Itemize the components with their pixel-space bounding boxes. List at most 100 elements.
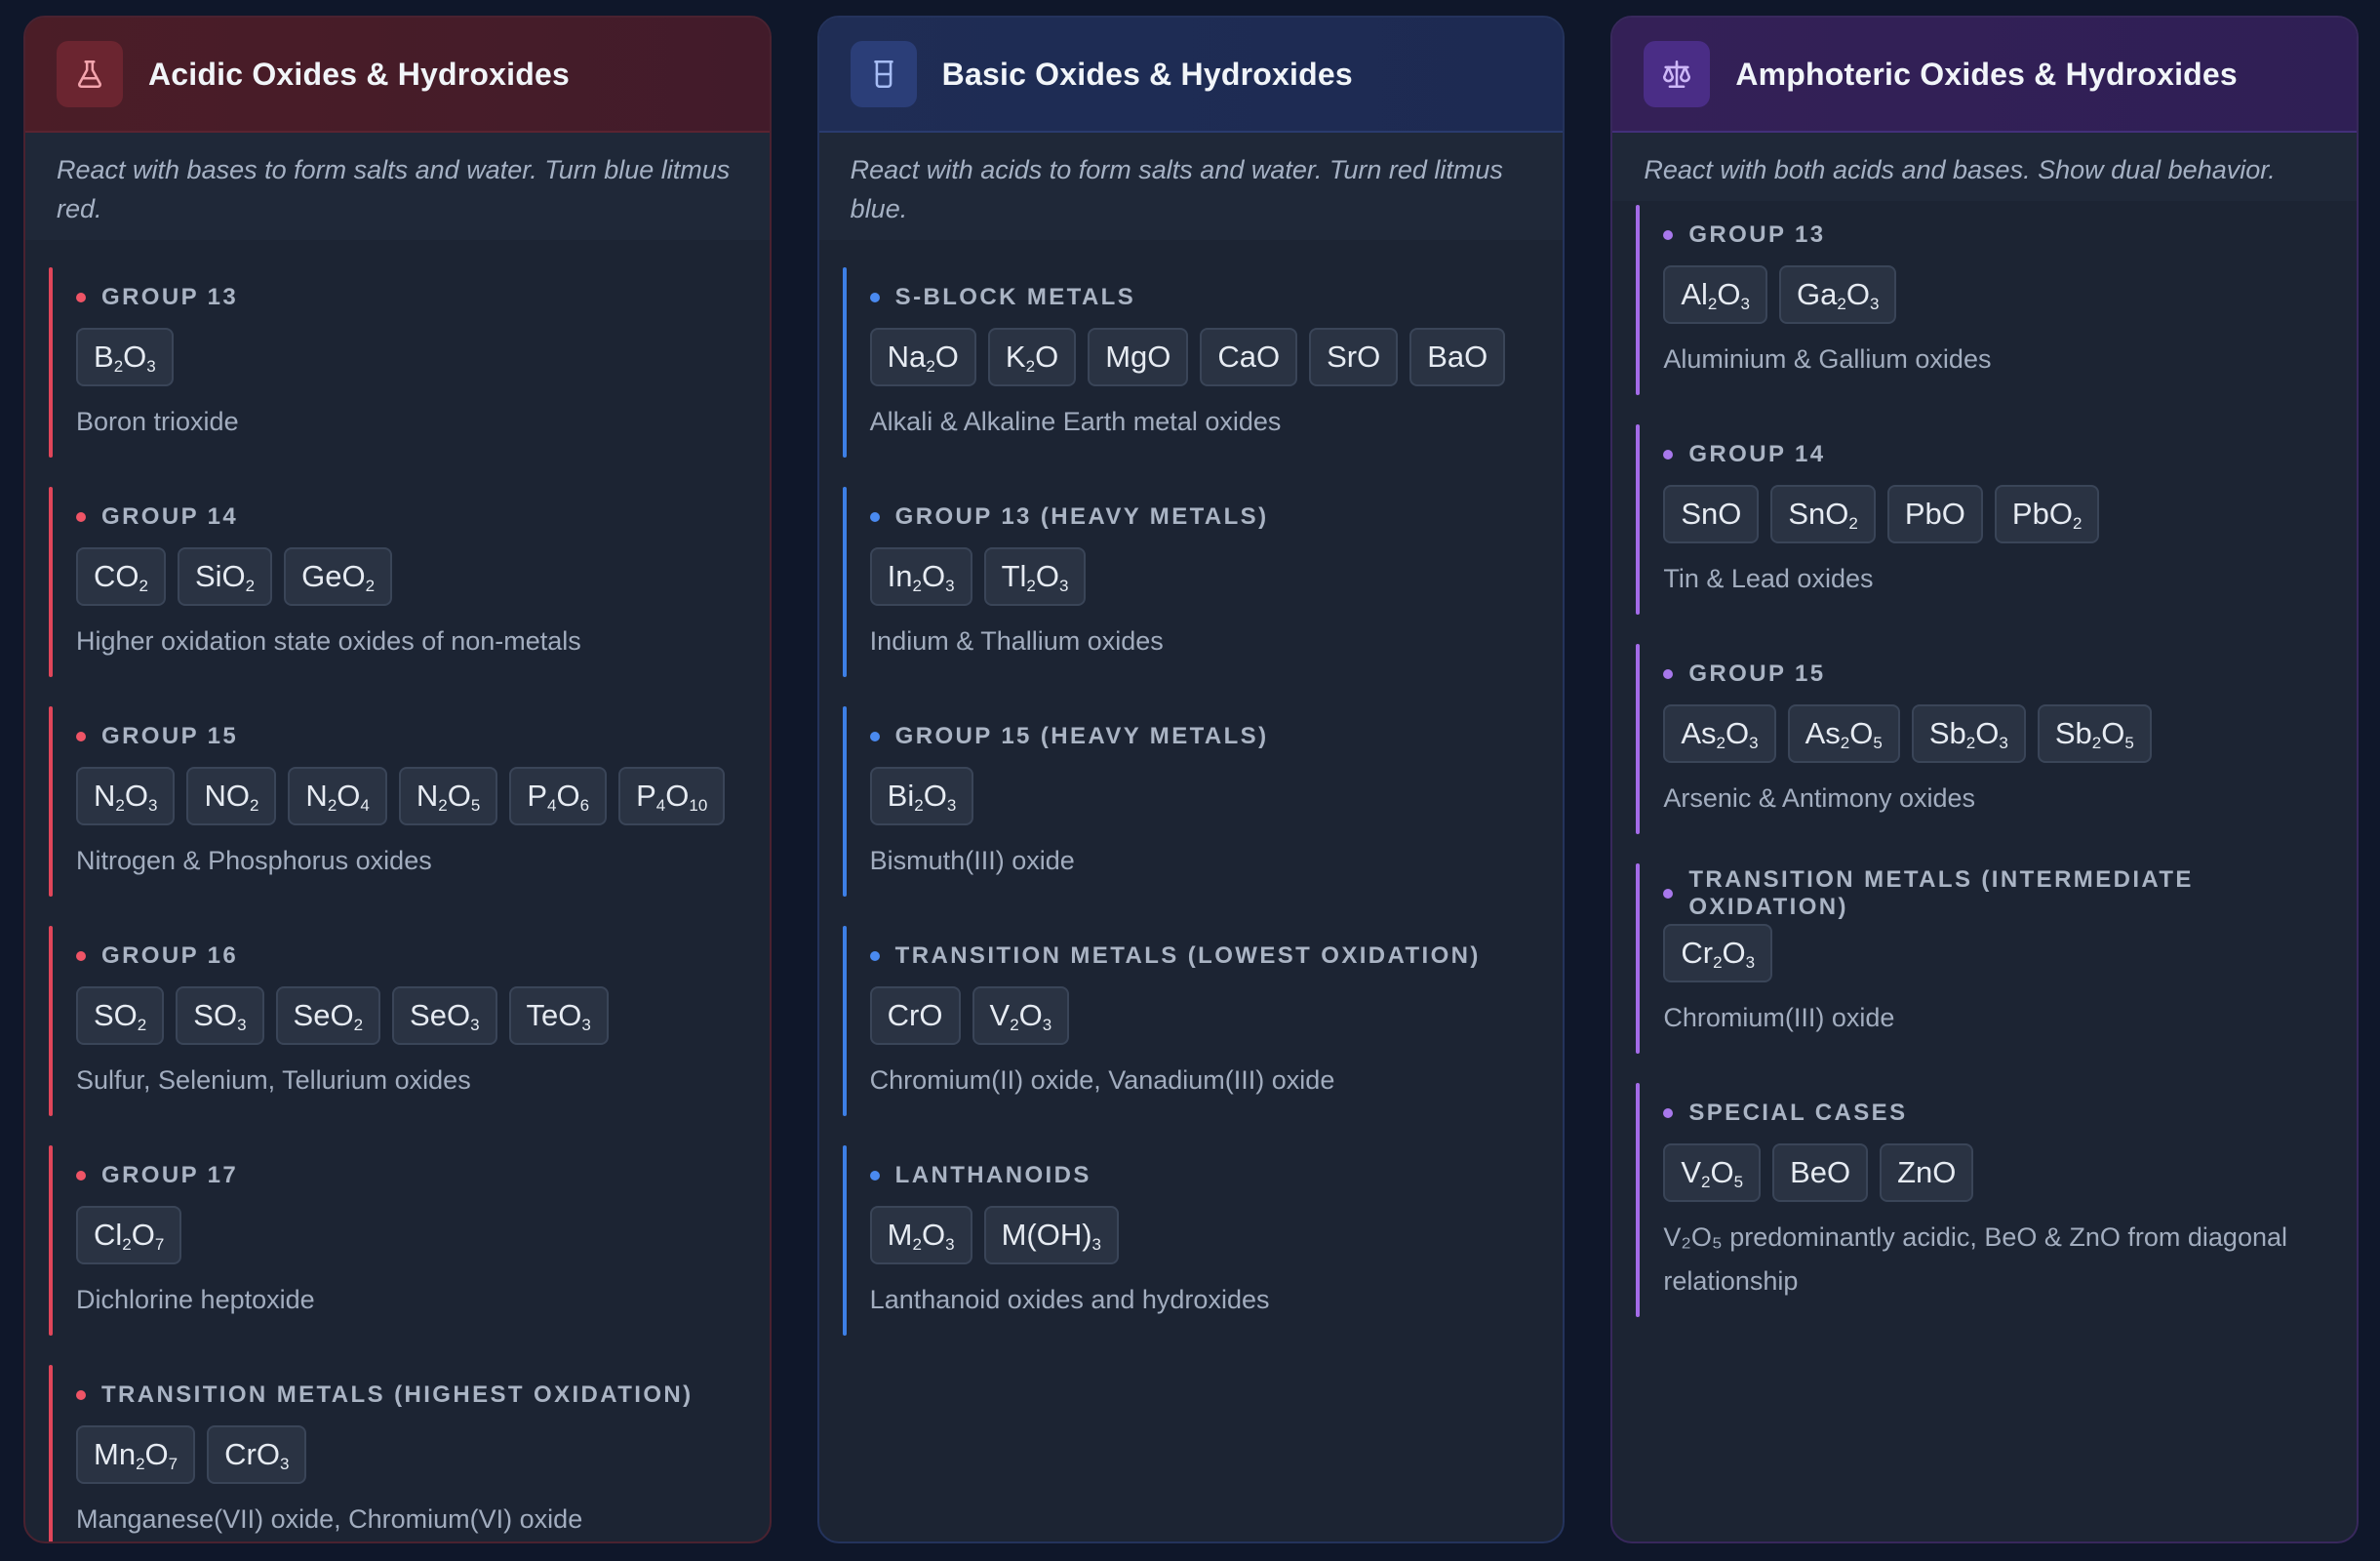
group-title-label: Transition Metals (Highest Oxidation) xyxy=(101,1381,694,1408)
formula-chip[interactable]: Sb 2 O 5 xyxy=(2037,704,2152,763)
panel-description: React with acids to form salts and water… xyxy=(818,133,1564,240)
bullet-dot-icon xyxy=(1663,230,1674,240)
formula-chip[interactable]: N2O5 xyxy=(398,767,498,825)
group-section: Group 14 CO 2 SiO 2 GeO 2 Higher oxidation stat… xyxy=(49,487,744,677)
panel-description: React with bases to form salts and water… xyxy=(25,133,770,240)
group-title-label: Group 13 xyxy=(101,284,239,310)
scale-balance-icon xyxy=(1644,41,1711,107)
formula-chip[interactable]: CrO xyxy=(869,986,961,1045)
formula-chip[interactable]: SO 3 xyxy=(176,986,264,1045)
formula-chip[interactable]: SiO 2 xyxy=(177,547,273,606)
group-description: Dichlorine heptoxide xyxy=(76,1285,315,1314)
group-title-label: Group 17 xyxy=(101,1162,239,1188)
group-description: Chromium(II) oxide, Vanadium(III) oxide xyxy=(869,1065,1335,1095)
formula-chip[interactable]: In 2 O 3 xyxy=(869,547,972,606)
formula-chip-list: CrO V 2 O 3 xyxy=(869,986,1538,1045)
formula-chip[interactable]: CrO 3 xyxy=(207,1425,307,1484)
formula-chip[interactable]: M(OH) 3 xyxy=(983,1206,1120,1264)
formula-chip[interactable]: BaO xyxy=(1409,328,1506,386)
formula-chip[interactable]: Mn 2 O 7 xyxy=(76,1425,196,1484)
group-title: Group 14 xyxy=(1663,438,2331,471)
group-section: Group 13 Al 2 O 3 Ga 2 O 3 Aluminium & Gallium ox… xyxy=(1636,205,2331,395)
basic-panel: Basic Oxides & Hydroxides React with aci… xyxy=(816,16,1566,1543)
panel-title: Amphoteric Oxides & Hydroxides xyxy=(1735,56,2238,92)
group-description: Sulfur, Selenium, Tellurium oxides xyxy=(76,1065,471,1095)
formula-chip[interactable]: MgO xyxy=(1088,328,1189,386)
group-title: Group 14 xyxy=(76,500,744,534)
formula-chip[interactable]: As 2 O 5 xyxy=(1787,704,1900,763)
acidic-panel: Acidic Oxides & Hydroxides React with ba… xyxy=(23,16,772,1543)
formula-chip-list: SO 2 SO 3 SeO 2 SeO 3 TeO 3 xyxy=(76,986,744,1045)
bullet-dot-icon xyxy=(869,732,880,741)
formula-chip[interactable]: ZnO xyxy=(1880,1143,1974,1202)
group-title-label: Transition Metals (Intermediate Oxidatio… xyxy=(1688,866,2194,920)
bullet-dot-icon xyxy=(869,1171,880,1181)
formula-chip[interactable]: CaO xyxy=(1200,328,1298,386)
formula-chip[interactable]: NO 2 xyxy=(186,767,277,825)
formula-chip-list: As 2 O 3 As 2 O 5 Sb 2 O 3 Sb 2 O 5 xyxy=(1663,704,2331,763)
formula-chip[interactable]: Tl 2 O 3 xyxy=(983,547,1087,606)
formula-chip[interactable]: Na 2 O xyxy=(869,328,976,386)
flask-icon xyxy=(57,41,123,107)
bullet-dot-icon xyxy=(1663,450,1674,460)
group-description: V₂O₅ predominantly acidic, BeO & ZnO fro… xyxy=(1663,1222,2287,1296)
formula-chip[interactable]: As 2 O 3 xyxy=(1663,704,1776,763)
formula-chip[interactable]: N2O4 xyxy=(288,767,387,825)
group-title-label: Group 15 xyxy=(1688,660,1826,687)
formula-chip[interactable]: M2O3 xyxy=(869,1206,972,1264)
group-title-label: Group 13 xyxy=(1688,221,1826,248)
group-description: Lanthanoid oxides and hydroxides xyxy=(869,1285,1270,1314)
group-title-label: Lanthanoids xyxy=(894,1162,1091,1188)
formula-chip[interactable]: P4O6 xyxy=(509,767,608,825)
formula-chip[interactable]: SO 2 xyxy=(76,986,165,1045)
formula-chip[interactable]: V2O3 xyxy=(972,986,1070,1045)
formula-chip[interactable]: Cr 2 O 3 xyxy=(1663,924,1773,982)
group-section: Group 13 B 2 O 3 Boron trioxide xyxy=(49,267,744,458)
bullet-dot-icon xyxy=(1663,669,1674,679)
group-title-label: Group 14 xyxy=(1688,441,1826,467)
group-section: Group 13 (Heavy Metals) In 2 O 3 Tl 2 O 3 Indium … xyxy=(842,487,1538,677)
formula-chip[interactable]: P 4 O 10 xyxy=(618,767,726,825)
formula-chip[interactable]: Bi 2 O 3 xyxy=(869,767,974,825)
group-title: Group 13 (Heavy Metals) xyxy=(869,500,1538,534)
group-section: S-Block Metals Na 2 O K 2 O MgO CaO SrO BaO Alkali … xyxy=(842,267,1538,458)
formula-chip-list: Cl 2 O 7 xyxy=(76,1206,744,1264)
formula-chip[interactable]: GeO 2 xyxy=(284,547,393,606)
formula-chip[interactable]: K2O xyxy=(987,328,1077,386)
formula-chip[interactable]: N2O3 xyxy=(76,767,176,825)
group-title: Group 16 xyxy=(76,940,744,973)
formula-chip[interactable]: SeO 2 xyxy=(275,986,381,1045)
formula-chip-list: V 2 O 5 BeO ZnO xyxy=(1663,1143,2331,1202)
formula-chip-list: CO 2 SiO 2 GeO 2 xyxy=(76,547,744,606)
formula-chip[interactable]: PbO 2 xyxy=(1994,485,2100,543)
formula-chip[interactable]: Ga 2 O 3 xyxy=(1778,265,1897,324)
group-list: Group 13 Al 2 O 3 Ga 2 O 3 Aluminium & Gallium ox… xyxy=(1612,201,2357,1317)
formula-chip[interactable]: SnO 2 xyxy=(1770,485,1876,543)
bullet-dot-icon xyxy=(869,293,880,302)
formula-chip[interactable]: SeO 3 xyxy=(392,986,497,1045)
bullet-dot-icon xyxy=(76,951,86,961)
formula-chip[interactable]: CO 2 xyxy=(76,547,166,606)
group-description: Higher oxidation state oxides of non-met… xyxy=(76,626,581,656)
formula-chip[interactable]: PbO xyxy=(1886,485,1983,543)
formula-chip[interactable]: Al 2 O 3 xyxy=(1663,265,1767,324)
formula-chip[interactable]: Cl 2 O 7 xyxy=(76,1206,182,1264)
formula-chip[interactable]: V2O5 xyxy=(1663,1143,1762,1202)
bullet-dot-icon xyxy=(76,1390,86,1400)
formula-chip[interactable]: SnO xyxy=(1663,485,1760,543)
formula-chip[interactable]: TeO 3 xyxy=(508,986,609,1045)
group-title: Group 17 xyxy=(76,1159,744,1192)
formula-chip[interactable]: BeO xyxy=(1772,1143,1869,1202)
group-title: Group 15 xyxy=(1663,658,2331,691)
panel-header: Basic Oxides & Hydroxides xyxy=(818,18,1564,133)
formula-chip[interactable]: B2O3 xyxy=(76,328,174,386)
formula-chip[interactable]: Sb 2 O 3 xyxy=(1911,704,2026,763)
group-title-label: Special Cases xyxy=(1688,1100,1908,1126)
group-title-label: Group 15 (Heavy Metals) xyxy=(894,723,1269,749)
oxide-classification-board: Acidic Oxides & Hydroxides React with ba… xyxy=(0,0,2380,1561)
group-title-label: Group 13 (Heavy Metals) xyxy=(894,503,1269,530)
group-description: Aluminium & Gallium oxides xyxy=(1663,344,1992,374)
panel-header: Acidic Oxides & Hydroxides xyxy=(25,18,770,133)
formula-chip-list: Cr 2 O 3 xyxy=(1663,924,2331,982)
formula-chip[interactable]: SrO xyxy=(1309,328,1399,386)
